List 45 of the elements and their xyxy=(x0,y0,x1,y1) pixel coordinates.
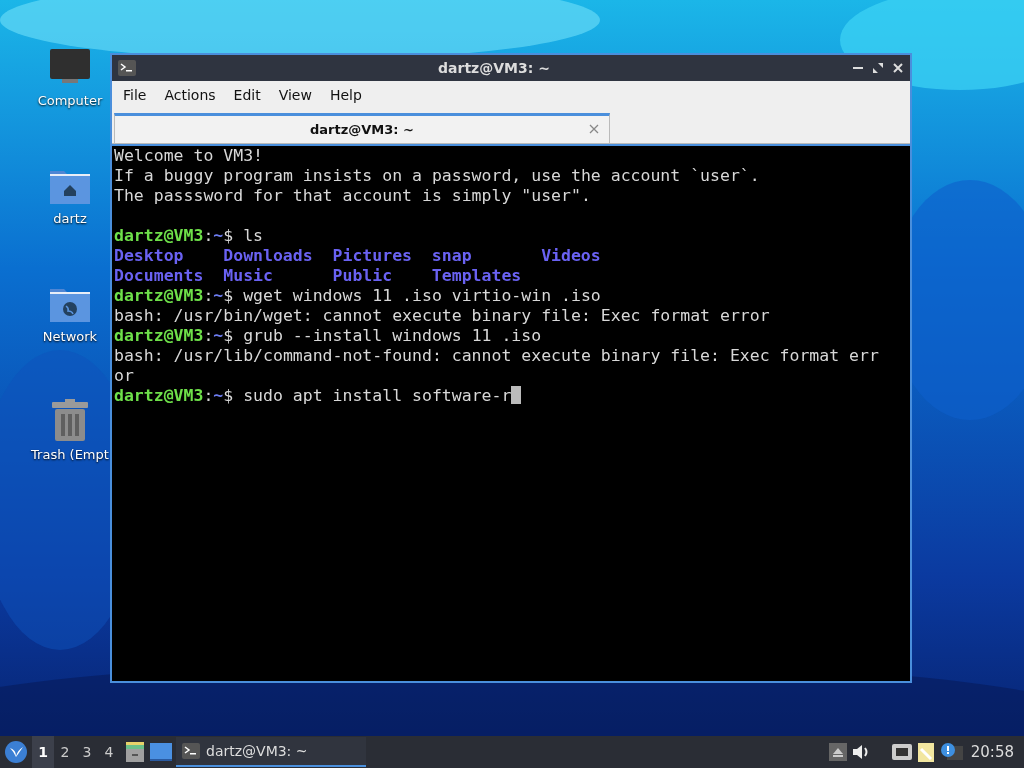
icon-label[interactable]: dartz xyxy=(53,211,87,226)
eject-icon[interactable] xyxy=(828,743,847,761)
clock[interactable]: 20:58 xyxy=(966,743,1020,761)
output-line: bash: /usr/bin/wget: cannot execute binary file: Exec format error xyxy=(114,306,771,326)
tab[interactable]: dartz@VM3: ~ xyxy=(114,113,610,143)
output-line: bash: /usr/lib/command-not-found: cannot execute binary file: Exec format err xyxy=(114,346,880,366)
output-line: Welcome to VM3! xyxy=(114,146,264,166)
directory-name: snap xyxy=(431,246,472,266)
icon-label[interactable]: Trash (Empt xyxy=(31,447,109,462)
menu-item[interactable]: View xyxy=(269,87,321,103)
menu-item[interactable]: Actions xyxy=(155,87,225,103)
prompt-line: dartz@VM3:~$ wget windows 11 .iso virtio-win .iso xyxy=(114,286,601,305)
directory-name: Documents xyxy=(114,266,204,286)
directory-name: Videos xyxy=(541,246,601,266)
directory-name: Templates xyxy=(431,266,522,286)
workspace-button[interactable]: 4 xyxy=(98,736,120,768)
menu-item[interactable]: File xyxy=(114,87,156,103)
notification-icon[interactable] xyxy=(938,742,963,762)
menu-item[interactable]: Help xyxy=(320,87,371,103)
trash-icon[interactable] xyxy=(51,399,89,441)
directory-name: Pictures xyxy=(332,246,412,266)
workspace-button[interactable]: 1 xyxy=(32,736,54,768)
prompt-line: dartz@VM3:~$ grub --install windows 11 .iso xyxy=(114,326,542,345)
menu-icon[interactable] xyxy=(4,740,28,764)
output-line: If a buggy program insists on a password, use the account `user`. xyxy=(114,166,761,186)
workspace-button[interactable]: 2 xyxy=(54,736,76,768)
network-port-icon[interactable] xyxy=(890,743,913,761)
window-title: dartz@VM3: ~ xyxy=(437,60,551,76)
terminal-icon xyxy=(118,60,136,76)
directory-name: Downloads xyxy=(223,246,313,266)
terminal-icon xyxy=(182,743,200,759)
output-line: or xyxy=(114,366,135,386)
directory-name: Music xyxy=(223,266,273,286)
directory-name: Public xyxy=(332,266,393,286)
maximize-icon[interactable] xyxy=(872,62,884,74)
file-cabinet-icon[interactable] xyxy=(124,741,146,763)
directory-name: Desktop xyxy=(114,246,184,266)
icon-label[interactable]: Network xyxy=(42,329,98,344)
prompt-line: dartz@VM3:~$ ls xyxy=(114,226,264,245)
clipboard-icon[interactable] xyxy=(916,741,935,763)
workspace-button[interactable]: 3 xyxy=(76,736,98,768)
taskbar-button[interactable]: dartz@VM3: ~ xyxy=(176,737,366,767)
output-line: The passsword for that account is simply "user". xyxy=(114,186,592,206)
prompt-line: dartz@VM3:~$ sudo apt install software-r xyxy=(114,386,512,405)
menu-item[interactable]: Edit xyxy=(224,87,270,103)
